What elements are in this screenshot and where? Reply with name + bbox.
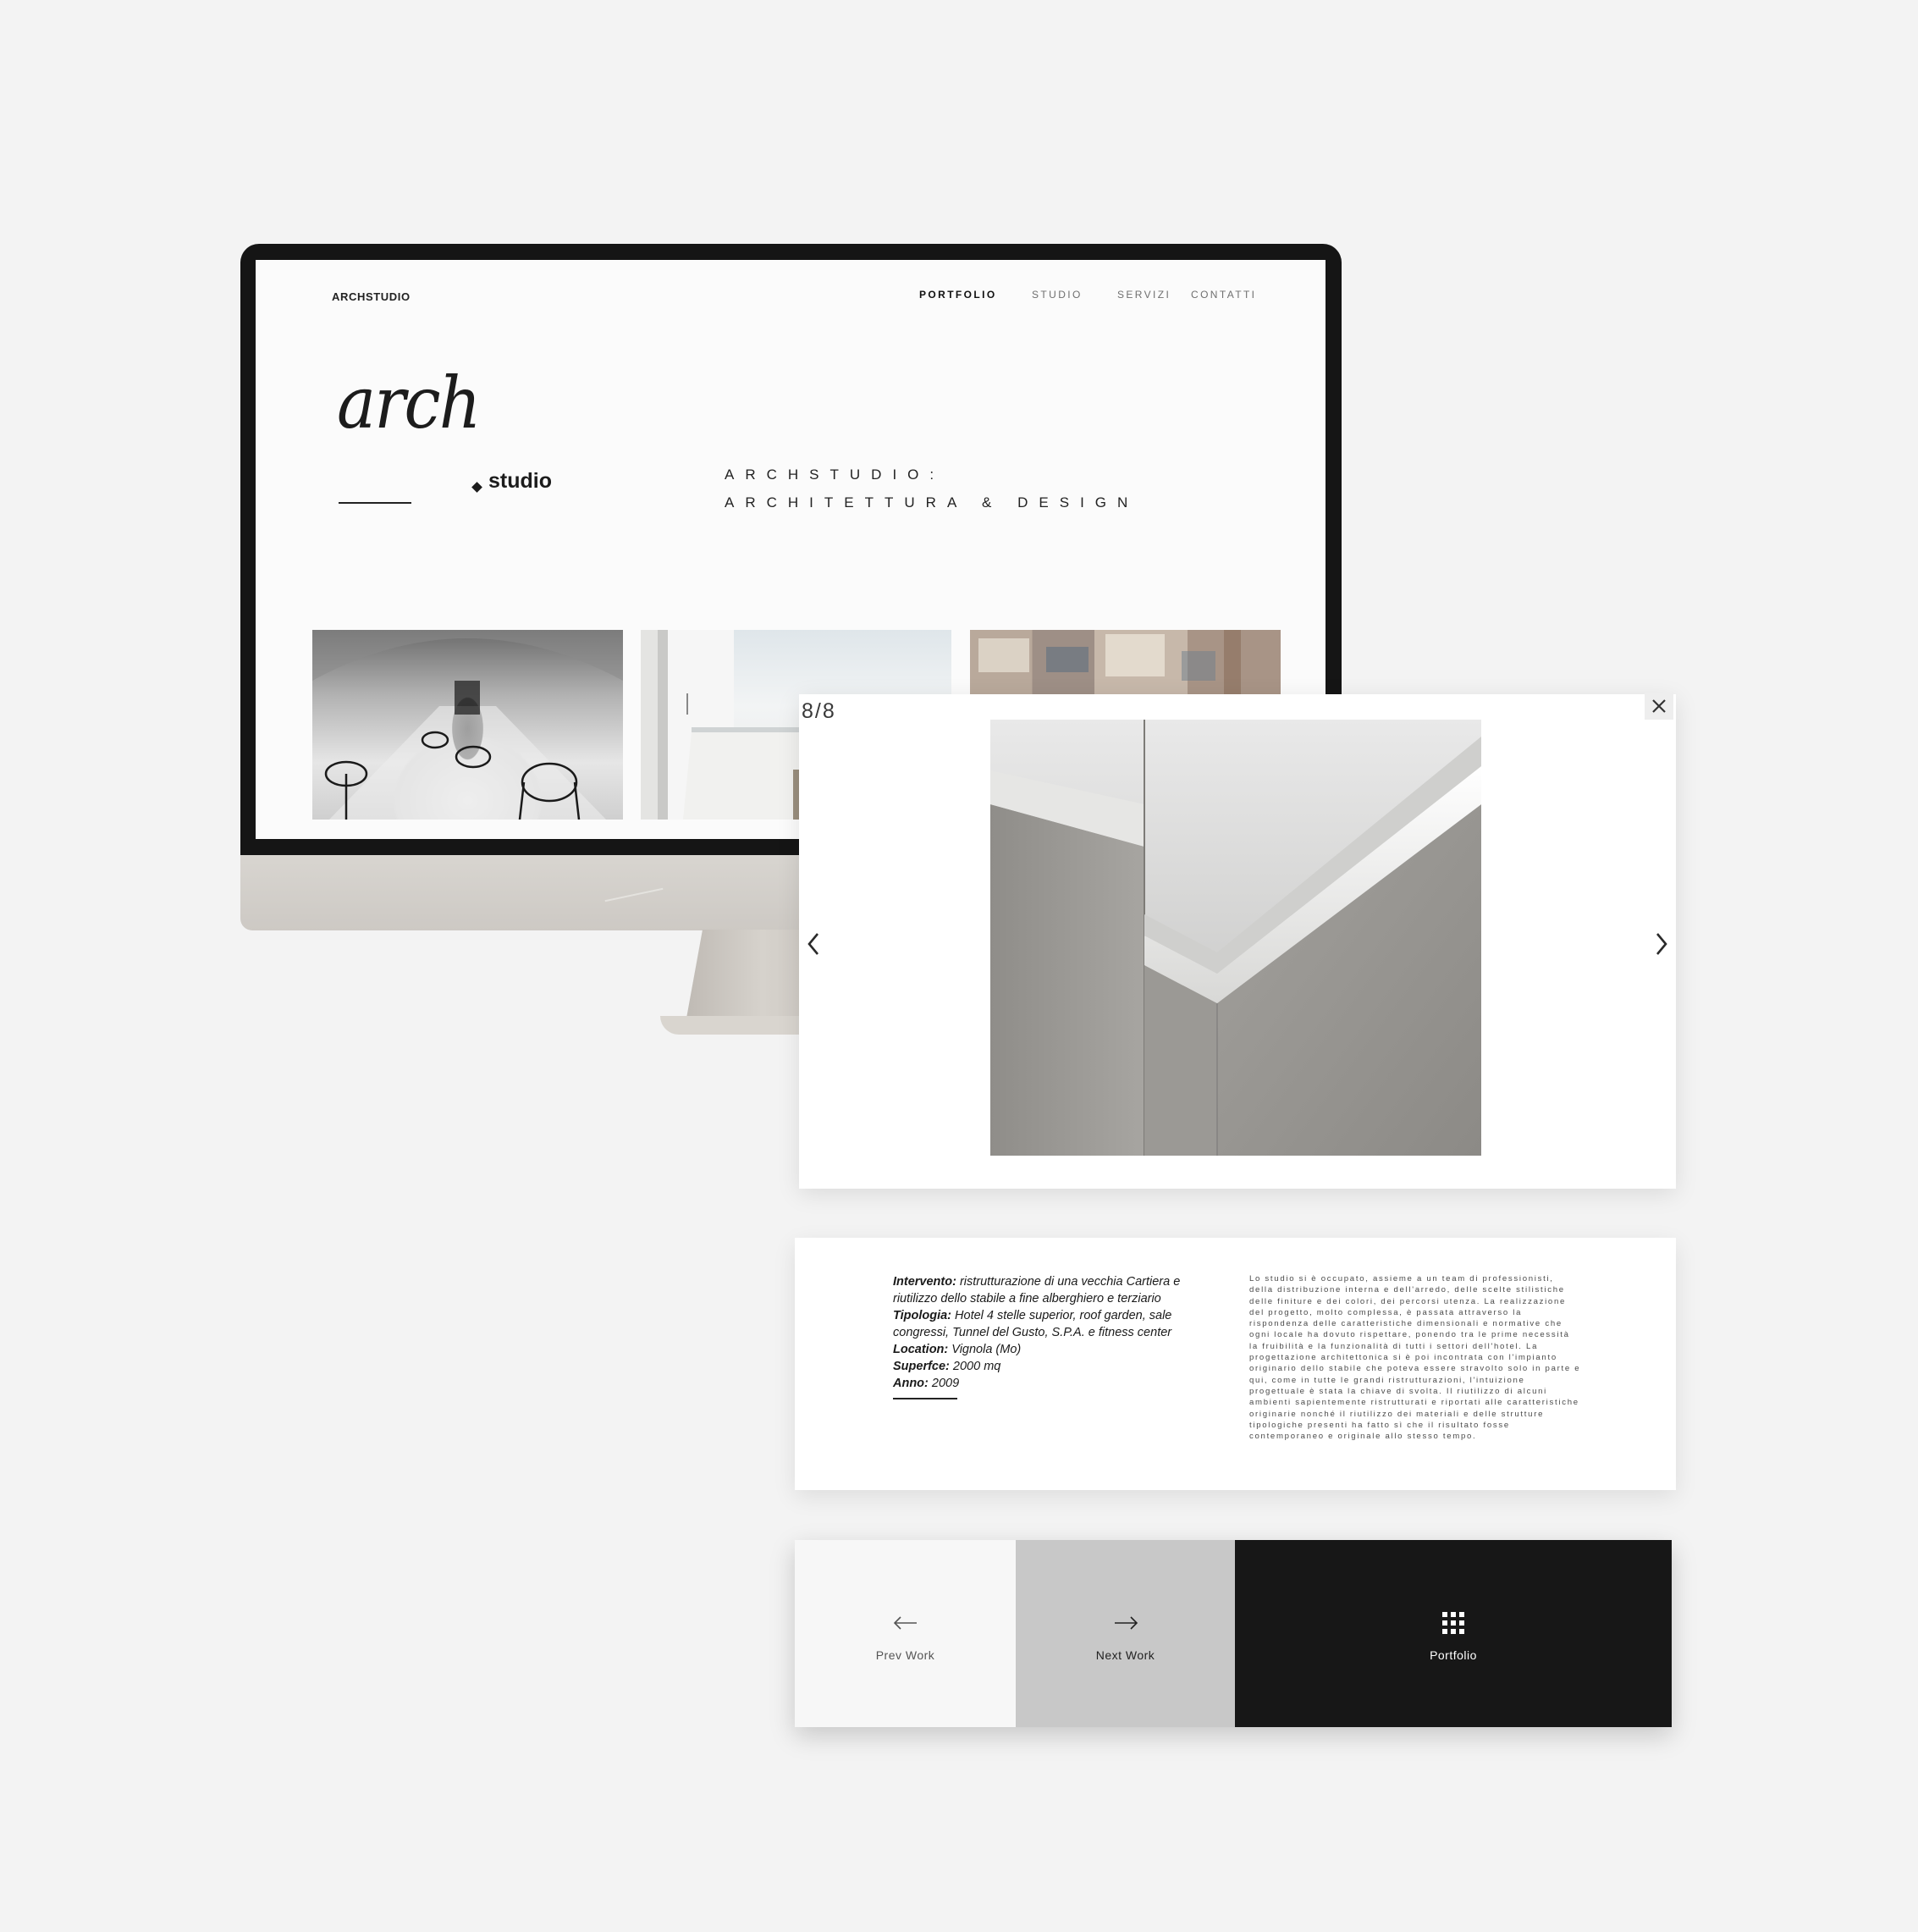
monitor-foot bbox=[660, 1016, 821, 1035]
meta-intervento-label: Intervento: bbox=[893, 1275, 956, 1289]
grid-icon bbox=[1441, 1606, 1465, 1640]
meta-location: Location: Vignola (Mo) bbox=[893, 1341, 1215, 1358]
tagline-line-2: ARCHITETTURA & DESIGN bbox=[725, 494, 1139, 511]
meta-tipologia-label: Tipologia: bbox=[893, 1309, 952, 1322]
next-slide-button[interactable] bbox=[1647, 927, 1676, 961]
diamond-icon bbox=[471, 482, 482, 493]
prev-slide-button[interactable] bbox=[799, 927, 828, 961]
work-navigation: Prev Work Next Work Portfolio bbox=[795, 1540, 1672, 1727]
close-icon bbox=[1652, 699, 1666, 713]
next-work-button[interactable]: Next Work bbox=[1016, 1540, 1235, 1727]
lightbox-modal: 8/8 bbox=[799, 693, 1676, 1189]
project-meta: Intervento: ristrutturazione di una vecc… bbox=[893, 1273, 1215, 1392]
chevron-left-icon bbox=[807, 933, 818, 955]
vaulted-cafe-photo bbox=[312, 630, 623, 820]
meta-superfice-value: 2000 mq bbox=[952, 1360, 1001, 1373]
site-logo[interactable]: ARCHSTUDIO bbox=[332, 290, 411, 303]
nav-servizi[interactable]: SERVIZI bbox=[1117, 289, 1171, 301]
chevron-right-icon bbox=[1656, 933, 1667, 955]
hero-logo-underline bbox=[339, 502, 411, 504]
portfolio-thumbnail-1[interactable] bbox=[312, 630, 623, 820]
arrow-left-icon bbox=[893, 1606, 918, 1640]
meta-intervento: Intervento: ristrutturazione di una vecc… bbox=[893, 1273, 1215, 1307]
tagline-line-1: ARCHSTUDIO: bbox=[725, 466, 945, 483]
meta-location-label: Location: bbox=[893, 1343, 949, 1356]
meta-superfice: Superfce: 2000 mq bbox=[893, 1358, 1215, 1375]
meta-location-value: Vignola (Mo) bbox=[951, 1343, 1022, 1356]
prev-work-label: Prev Work bbox=[875, 1648, 935, 1662]
nav-portfolio[interactable]: PORTFOLIO bbox=[919, 289, 997, 301]
meta-underline bbox=[893, 1398, 957, 1399]
portfolio-label: Portfolio bbox=[1430, 1648, 1477, 1662]
meta-anno: Anno: 2009 bbox=[893, 1375, 1215, 1392]
lightbox-photo bbox=[990, 720, 1481, 1156]
close-button[interactable] bbox=[1645, 693, 1673, 720]
meta-anno-label: Anno: bbox=[893, 1377, 929, 1390]
nav-studio[interactable]: STUDIO bbox=[1032, 289, 1083, 301]
hero-logo-script: arch bbox=[337, 362, 482, 444]
slide-counter: 8/8 bbox=[802, 699, 836, 723]
arrow-right-icon bbox=[1113, 1606, 1138, 1640]
hero-logo-word: studio bbox=[488, 469, 552, 493]
nav-contatti[interactable]: CONTATTI bbox=[1191, 289, 1256, 301]
prev-work-button[interactable]: Prev Work bbox=[795, 1540, 1016, 1727]
project-info-card: Intervento: ristrutturazione di una vecc… bbox=[795, 1238, 1676, 1490]
project-description: Lo studio si è occupato, assieme a un te… bbox=[1249, 1274, 1581, 1442]
portfolio-button[interactable]: Portfolio bbox=[1235, 1540, 1672, 1727]
meta-superfice-label: Superfce: bbox=[893, 1360, 950, 1373]
meta-tipologia: Tipologia: Hotel 4 stelle superior, roof… bbox=[893, 1307, 1215, 1341]
meta-anno-value: 2009 bbox=[931, 1377, 960, 1390]
next-work-label: Next Work bbox=[1095, 1648, 1155, 1662]
ceiling-light-photo bbox=[990, 720, 1481, 1156]
